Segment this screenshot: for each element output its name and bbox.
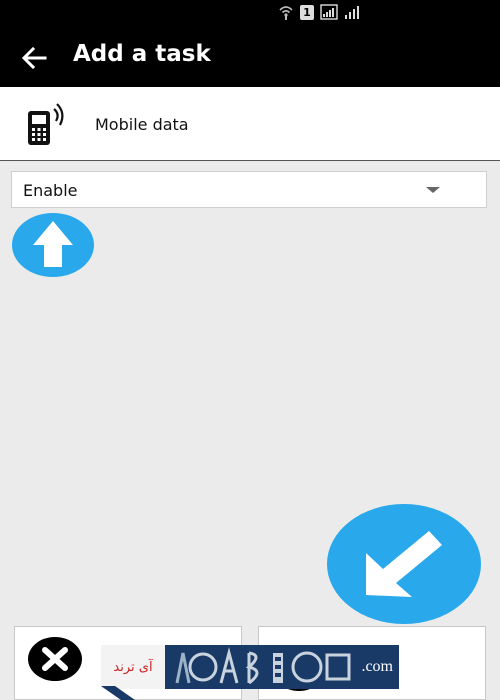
signal-icon — [320, 4, 338, 20]
arrow-up-button[interactable] — [11, 212, 95, 278]
go-button[interactable] — [326, 503, 482, 625]
watermark-banner: .com — [165, 645, 399, 689]
sim-number: 1 — [303, 6, 311, 19]
signal-icon — [345, 6, 359, 19]
page-title: Add a task — [73, 41, 211, 67]
arrow-back-icon — [21, 47, 47, 69]
mobile-data-icon — [28, 103, 64, 145]
wifi-calling-icon — [279, 6, 293, 20]
status-icons: 1 — [278, 4, 360, 20]
action-select-value: Enable — [23, 181, 78, 200]
sim-1-icon: 1 — [300, 5, 314, 20]
watermark-swoosh — [101, 686, 135, 700]
task-header: Mobile data — [0, 87, 500, 161]
dropdown-caret-icon — [426, 187, 440, 193]
watermark-logo: آی ترند .com — [101, 645, 399, 693]
watermark-emblem-icon — [175, 647, 351, 685]
action-select[interactable]: Enable — [11, 171, 487, 208]
close-icon[interactable] — [27, 636, 83, 682]
task-label: Mobile data — [95, 115, 189, 134]
watermark-persian-text: آی ترند — [101, 645, 165, 689]
watermark-domain: .com — [361, 658, 393, 675]
status-bar: 1 — [0, 0, 500, 26]
app-toolbar: Add a task — [0, 26, 500, 87]
back-button[interactable] — [14, 40, 54, 76]
screen: 1 Add a task Mobile data Enable آی ترند … — [0, 0, 500, 700]
